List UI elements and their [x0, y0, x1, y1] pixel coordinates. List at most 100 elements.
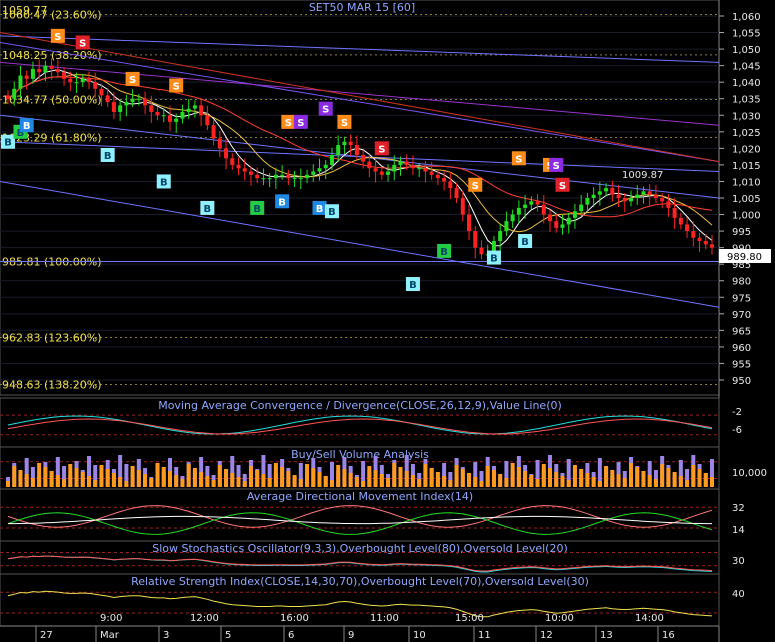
buy-signal: B — [200, 200, 215, 215]
candle-body — [37, 68, 42, 73]
volume-buy-bar — [442, 476, 447, 487]
volume-buy-bar — [336, 465, 341, 487]
volume-buy-bar — [261, 474, 266, 487]
candle-body — [18, 75, 23, 89]
signal-text: B — [204, 204, 212, 215]
volume-buy-bar — [454, 465, 459, 487]
buy-sell-signals: BBBSSBSBSBBBSSSBBSSBBSBSBSSS — [1, 28, 570, 292]
volume-buy-bar — [93, 480, 98, 487]
volume-buy-bar — [136, 470, 141, 487]
y-tick-label: 975 — [732, 293, 751, 304]
volume-buy-bar — [80, 472, 85, 487]
candle-body — [155, 111, 160, 116]
volume-buy-bar — [230, 473, 235, 487]
y-tick-label: 1,050 — [732, 45, 761, 56]
candle-body — [604, 188, 609, 192]
sell-signal: S — [125, 71, 140, 86]
signal-text: S — [322, 105, 329, 116]
y-tick-label: 965 — [732, 326, 751, 337]
volume-buy-bar — [541, 464, 546, 487]
candle-body — [697, 237, 702, 242]
candle-body — [435, 174, 440, 179]
volume-buy-bar — [130, 466, 135, 487]
buy-signal: B — [405, 277, 420, 292]
signal-text: S — [472, 181, 479, 192]
candle-body — [460, 198, 465, 215]
sell-signal: S — [169, 78, 184, 93]
volume-buy-bar — [629, 463, 634, 487]
volume-buy-bar — [429, 468, 434, 487]
buy-signal: B — [1, 134, 15, 149]
candle-body — [161, 115, 166, 117]
panel-y-label: 30 — [732, 556, 745, 567]
volume-buy-bar — [342, 469, 347, 487]
trend-line — [0, 180, 720, 308]
last-price-text: 989.80 — [727, 252, 762, 263]
volume-buy-bar — [74, 468, 79, 487]
y-tick-label: 1,040 — [732, 78, 761, 89]
volume-buy-bar — [554, 472, 559, 487]
indicator-panels: Moving Average Convergence / Divergence(… — [0, 397, 767, 627]
candle-body — [554, 221, 559, 228]
y-tick-label: 980 — [732, 277, 751, 288]
volume-buy-bar — [292, 475, 297, 487]
volume-buy-bar — [49, 471, 54, 487]
stock-chart: SET50 MAR 15 [60] 1060.47 (23.60%)1048.2… — [0, 0, 771, 642]
volume-buy-bar — [417, 479, 422, 487]
candle-body — [205, 115, 210, 126]
candle-body — [535, 201, 540, 205]
candle-body — [504, 221, 509, 232]
volume-buy-bar — [467, 473, 472, 487]
volume-buy-bar — [18, 470, 23, 487]
volume-buy-bar — [523, 471, 528, 487]
candle-body — [354, 145, 359, 155]
volume-buy-bar — [423, 464, 428, 487]
volume-buy-bar — [280, 467, 285, 487]
candle-body — [392, 164, 397, 172]
candle-body — [579, 204, 584, 212]
volume-buy-bar — [62, 479, 67, 487]
volume-buy-bar — [685, 480, 690, 487]
volume-buy-bar — [305, 464, 310, 487]
y-tick-label: 1,020 — [732, 144, 761, 155]
buy-signal: B — [156, 174, 171, 189]
indicator-panel: Average Directional Movement Index(14) 32… — [0, 488, 745, 542]
volume-buy-bar — [622, 478, 627, 487]
volume-buy-bar — [311, 468, 316, 487]
candle-body — [248, 171, 253, 175]
volume-buy-bar — [286, 471, 291, 487]
candle-body — [361, 154, 366, 162]
signal-text: S — [285, 118, 292, 129]
candle-body — [610, 188, 615, 195]
candle-body — [597, 191, 602, 195]
volume-buy-bar — [535, 479, 540, 487]
candle-body — [12, 88, 17, 99]
volume-buy-bar — [149, 478, 154, 487]
volume-buy-bar — [180, 479, 185, 487]
volume-buy-bar — [192, 468, 197, 487]
candle-body — [629, 198, 634, 202]
x-tick-label: 13 — [600, 630, 613, 641]
y-tick-label: 955 — [732, 359, 751, 370]
candle-body — [62, 72, 67, 79]
volume-buy-bar — [591, 477, 596, 487]
fib-label: 962.83 (123.60%) — [2, 332, 102, 345]
x-tick-label: 6 — [288, 630, 294, 641]
candle-body — [192, 105, 197, 109]
candle-body — [167, 115, 172, 122]
candle-body — [43, 65, 48, 73]
volume-buy-bar — [448, 480, 453, 487]
sell-signal: S — [50, 28, 65, 43]
sell-signal: S — [555, 177, 570, 192]
candle-body — [666, 201, 671, 208]
candle-body — [317, 168, 322, 172]
candle-body — [111, 102, 116, 112]
sell-signal: S — [75, 35, 90, 50]
candle-body — [448, 181, 453, 189]
candle-body — [336, 145, 341, 155]
candle-body — [635, 194, 640, 198]
buy-signal: B — [518, 234, 533, 249]
panel-y-label: -2 — [732, 407, 742, 418]
fib-label: 948.63 (138.20%) — [2, 379, 102, 392]
candle-body — [6, 95, 10, 99]
